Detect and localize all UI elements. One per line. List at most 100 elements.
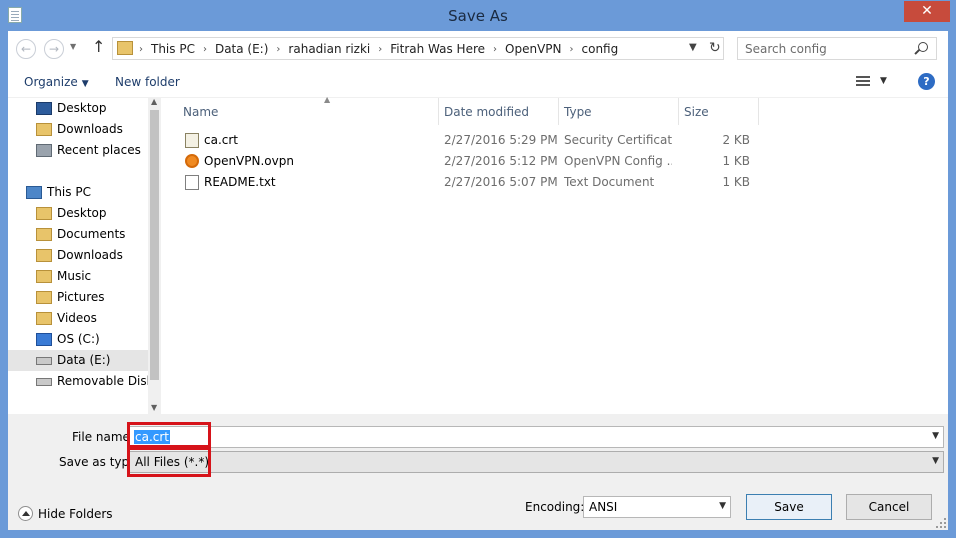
nav-item-recent-places[interactable]: Recent places xyxy=(8,140,148,161)
nav-item-desktop-favorite[interactable]: Desktop xyxy=(8,98,148,119)
text-document-icon xyxy=(185,175,199,190)
column-divider[interactable] xyxy=(678,98,679,125)
nav-item-downloads-favorite[interactable]: Downloads xyxy=(8,119,148,140)
column-header-label: Type xyxy=(564,105,592,119)
nav-item-label: Desktop xyxy=(57,101,107,115)
nav-item-label: OS (C:) xyxy=(57,332,100,346)
nav-item-music[interactable]: Music xyxy=(8,266,148,287)
nav-item-data-e[interactable]: Data (E:) xyxy=(8,350,148,371)
file-row[interactable]: OpenVPN.ovpn 2/27/2016 5:12 PM OpenVPN C… xyxy=(161,151,948,172)
file-name: ca.crt xyxy=(204,133,239,147)
scroll-down-icon[interactable]: ▼ xyxy=(151,403,157,412)
chevron-down-icon: ▼ xyxy=(689,42,697,53)
column-divider[interactable] xyxy=(558,98,559,125)
column-header-type[interactable]: Type xyxy=(564,98,678,125)
column-divider[interactable] xyxy=(758,98,759,125)
forward-button[interactable]: → xyxy=(44,39,64,59)
nav-item-label: Data (E:) xyxy=(57,353,111,367)
nav-item-os-c[interactable]: OS (C:) xyxy=(8,329,148,350)
caret-down-icon: ▼ xyxy=(81,79,89,89)
dialog-client-area: ← → ▼ ↑ › This PC › Data (E:) › rahadian… xyxy=(8,31,948,530)
arrow-left-icon: ← xyxy=(20,42,32,56)
file-name-input[interactable]: ca.crt ▼ xyxy=(129,426,944,448)
search-box[interactable]: Search config xyxy=(737,37,937,60)
resize-grip[interactable] xyxy=(936,518,946,528)
cancel-button[interactable]: Cancel xyxy=(846,494,932,520)
scroll-up-icon[interactable]: ▲ xyxy=(151,98,157,106)
nav-item-label: Recent places xyxy=(57,143,141,157)
nav-item-desktop[interactable]: Desktop xyxy=(8,203,148,224)
arrow-right-icon: → xyxy=(48,42,60,56)
save-as-type-select[interactable]: All Files (*.*) ▼ xyxy=(129,451,944,473)
column-header-name[interactable]: Name ▲ xyxy=(183,95,438,125)
refresh-button[interactable]: ↻ xyxy=(709,40,721,56)
folder-icon xyxy=(117,41,133,55)
encoding-select[interactable]: ANSI ▼ xyxy=(583,496,731,518)
certificate-icon xyxy=(185,133,199,148)
nav-item-pictures[interactable]: Pictures xyxy=(8,287,148,308)
file-row[interactable]: README.txt 2/27/2016 5:07 PM Text Docume… xyxy=(161,172,948,193)
file-size: 2 KB xyxy=(722,133,750,147)
nav-item-this-pc[interactable]: This PC xyxy=(8,182,148,203)
collapse-up-icon xyxy=(18,506,33,521)
column-header-size[interactable]: Size xyxy=(684,98,758,125)
breadcrumb-item[interactable]: OpenVPN xyxy=(505,42,561,56)
annotation-highlight-file-name xyxy=(127,422,211,448)
file-name-label: File name: xyxy=(72,430,134,444)
organize-menu-button[interactable]: Organize ▼ xyxy=(24,75,89,89)
close-button[interactable]: ✕ xyxy=(904,1,950,22)
file-row[interactable]: ca.crt 2/27/2016 5:29 PM Security Certif… xyxy=(161,130,948,151)
nav-item-label: Music xyxy=(57,269,92,283)
nav-pane-scrollbar[interactable]: ▲ ▼ xyxy=(148,98,161,414)
breadcrumb-item[interactable]: This PC xyxy=(151,42,195,56)
nav-item-label: Desktop xyxy=(57,206,107,220)
back-button[interactable]: ← xyxy=(16,39,36,59)
file-size: 1 KB xyxy=(722,154,750,168)
chevron-right-icon: › xyxy=(202,43,207,55)
chevron-down-icon[interactable]: ▼ xyxy=(932,456,939,466)
chevron-down-icon[interactable]: ▼ xyxy=(719,501,726,511)
sort-ascending-icon: ▲ xyxy=(324,95,331,104)
folder-icon xyxy=(36,207,52,220)
save-as-dialog: Save As ✕ ← → ▼ ↑ › This PC › Data (E:) … xyxy=(0,0,956,538)
arrow-up-icon: ↑ xyxy=(92,37,106,56)
encoding-label: Encoding: xyxy=(525,500,585,514)
help-icon[interactable]: ? xyxy=(918,73,935,90)
file-name: README.txt xyxy=(204,175,276,189)
scrollbar-thumb[interactable] xyxy=(150,110,159,380)
address-history-dropdown[interactable]: ▼ xyxy=(689,42,697,53)
title-bar[interactable]: Save As ✕ xyxy=(0,0,956,31)
breadcrumb: › This PC › Data (E:) › rahadian rizki ›… xyxy=(139,42,618,56)
column-divider[interactable] xyxy=(438,98,439,125)
chevron-down-icon[interactable]: ▼ xyxy=(932,431,939,441)
chevron-right-icon: › xyxy=(378,43,383,55)
nav-item-downloads[interactable]: Downloads xyxy=(8,245,148,266)
navigation-pane: Desktop Downloads Recent places This PC … xyxy=(8,98,161,414)
recent-locations-dropdown[interactable]: ▼ xyxy=(70,42,76,51)
breadcrumb-item[interactable]: Fitrah Was Here xyxy=(390,42,485,56)
view-options-icon[interactable] xyxy=(856,76,870,87)
breadcrumb-item[interactable]: rahadian rizki xyxy=(288,42,370,56)
nav-item-documents[interactable]: Documents xyxy=(8,224,148,245)
column-header-label: Date modified xyxy=(444,105,530,119)
up-button[interactable]: ↑ xyxy=(92,37,105,56)
view-options-dropdown[interactable]: ▼ xyxy=(880,76,887,86)
folder-icon xyxy=(36,291,52,304)
openvpn-icon xyxy=(185,154,199,168)
column-header-date[interactable]: Date modified xyxy=(444,98,558,125)
recent-places-icon xyxy=(36,144,52,157)
new-folder-button[interactable]: New folder xyxy=(115,75,180,89)
breadcrumb-item[interactable]: Data (E:) xyxy=(215,42,268,56)
save-options-panel: File name: ca.crt ▼ Save as type: All Fi… xyxy=(8,414,948,530)
nav-item-removable-disk[interactable]: Removable Disk ( xyxy=(8,371,161,392)
search-input[interactable]: Search config xyxy=(745,42,827,56)
nav-item-label: Downloads xyxy=(57,122,123,136)
address-bar[interactable]: › This PC › Data (E:) › rahadian rizki ›… xyxy=(112,37,724,60)
hide-folders-label: Hide Folders xyxy=(38,507,113,521)
chevron-right-icon: › xyxy=(276,43,281,55)
save-button[interactable]: Save xyxy=(746,494,832,520)
breadcrumb-item[interactable]: config xyxy=(582,42,619,56)
file-date: 2/27/2016 5:07 PM xyxy=(444,175,558,189)
file-size: 1 KB xyxy=(722,175,750,189)
nav-item-videos[interactable]: Videos xyxy=(8,308,148,329)
